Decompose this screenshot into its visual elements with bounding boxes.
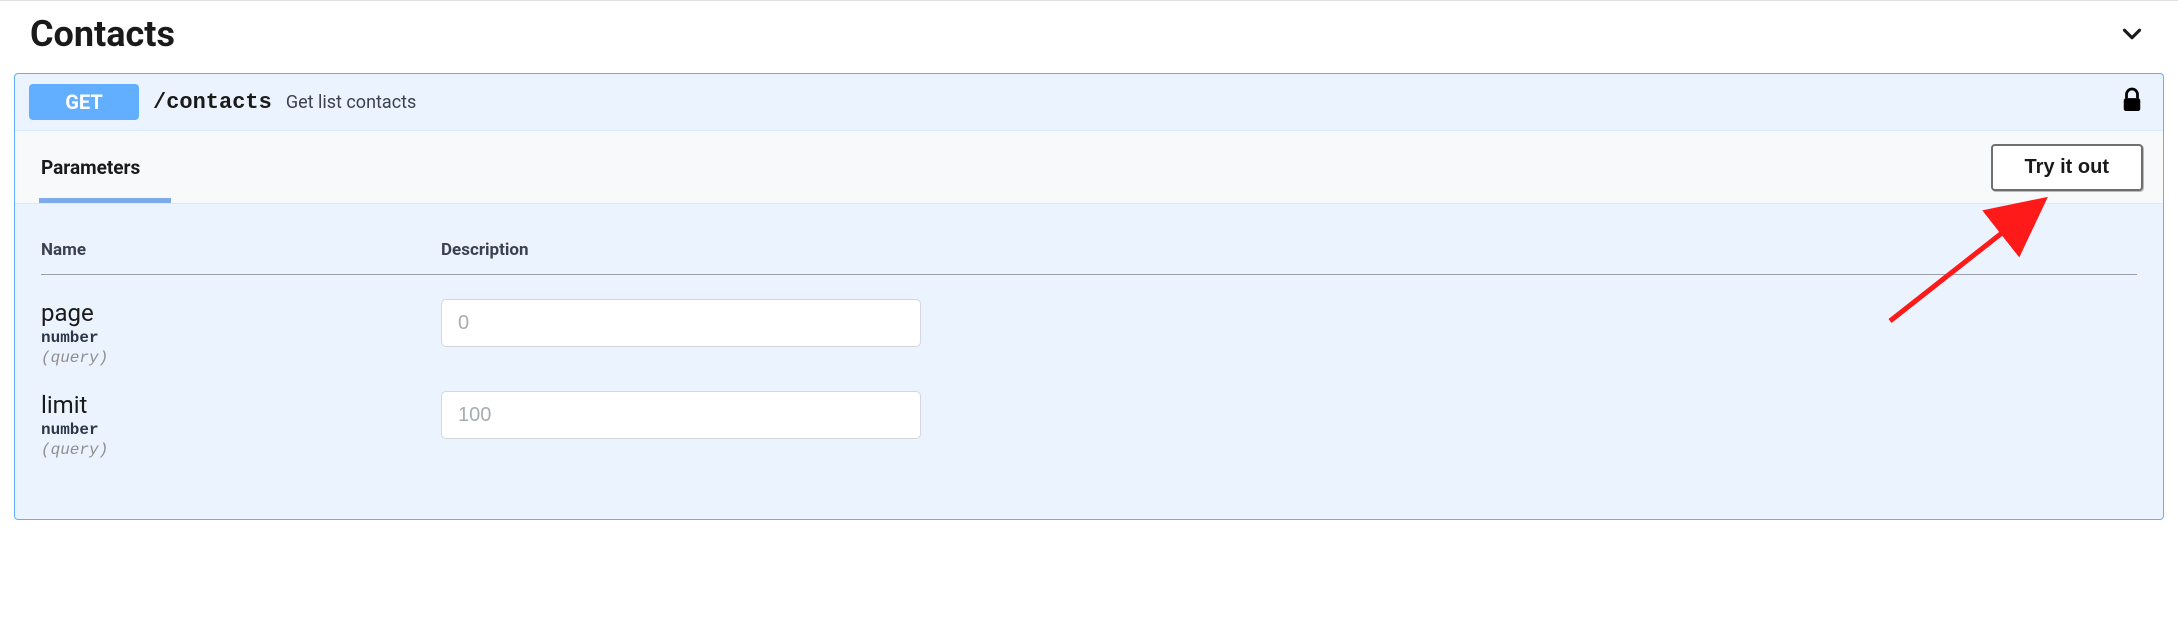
section-title: Contacts: [30, 13, 175, 55]
table-row: page number (query): [41, 275, 2137, 367]
lock-icon[interactable]: [2121, 87, 2143, 117]
operation-block: GET /contacts Get list contacts Paramete…: [14, 73, 2164, 520]
tab-parameters[interactable]: Parameters: [41, 131, 140, 203]
parameters-bar: Parameters Try it out: [15, 130, 2163, 204]
operation-description: Get list contacts: [286, 92, 416, 113]
operation-summary[interactable]: GET /contacts Get list contacts: [15, 74, 2163, 130]
param-in: (query): [41, 349, 441, 367]
param-type: number: [41, 421, 441, 439]
parameters-table: Name Description page number (query) lim…: [15, 204, 2163, 519]
chevron-down-icon[interactable]: [2116, 18, 2148, 50]
operation-path: /contacts: [153, 90, 272, 115]
http-method-badge: GET: [29, 84, 139, 120]
param-name: page: [41, 299, 441, 327]
page-input[interactable]: [441, 299, 921, 347]
table-row: limit number (query): [41, 367, 2137, 459]
param-type: number: [41, 329, 441, 347]
table-header-row: Name Description: [41, 240, 2137, 275]
header-name: Name: [41, 240, 441, 260]
header-description: Description: [441, 240, 2137, 260]
section-header[interactable]: Contacts: [0, 1, 2178, 73]
try-it-out-button[interactable]: Try it out: [1991, 144, 2143, 191]
limit-input[interactable]: [441, 391, 921, 439]
param-in: (query): [41, 441, 441, 459]
param-name: limit: [41, 391, 441, 419]
tab-underline: [39, 198, 171, 203]
tab-parameters-label: Parameters: [41, 156, 140, 179]
